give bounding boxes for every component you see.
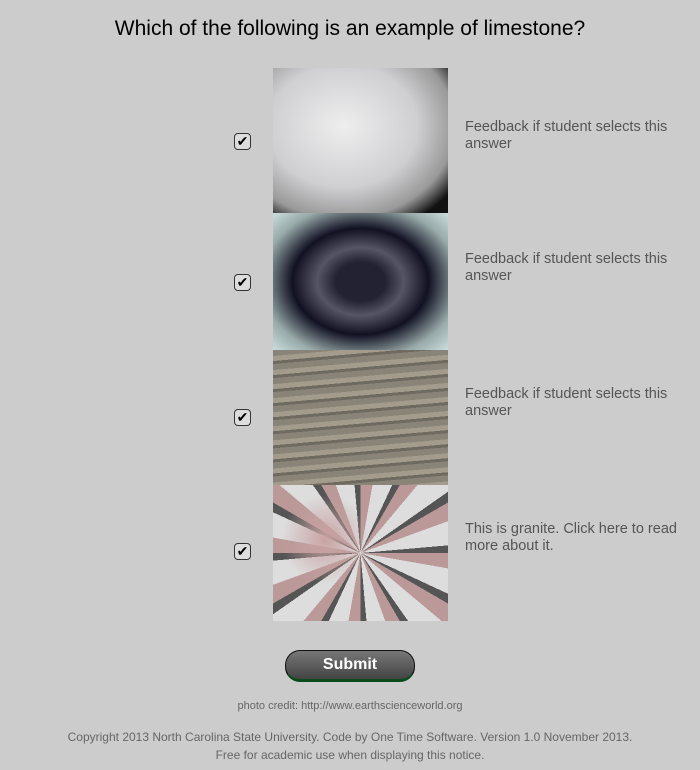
answer-row: ✔ Feedback if student selects this answe… — [0, 213, 700, 350]
answer-image[interactable] — [273, 350, 448, 485]
answer-image[interactable] — [273, 485, 448, 621]
submit-button[interactable]: Submit — [285, 650, 415, 682]
answer-feedback: Feedback if student selects this answer — [465, 119, 668, 152]
answer-row: ✔ Feedback if student selects this answe… — [0, 350, 700, 485]
answer-checkbox[interactable]: ✔ — [234, 133, 251, 150]
answer-checkbox[interactable]: ✔ — [234, 543, 251, 560]
answer-checkbox[interactable]: ✔ — [234, 274, 251, 291]
answer-feedback: Feedback if student selects this answer — [465, 386, 668, 419]
question-title: Which of the following is an example of … — [114, 17, 586, 40]
answer-checkbox[interactable]: ✔ — [234, 409, 251, 426]
copyright-notice: Copyright 2013 North Carolina State Univ… — [0, 728, 700, 764]
answer-image[interactable] — [273, 68, 448, 213]
copyright-line: Free for academic use when displaying th… — [215, 748, 485, 762]
copyright-line: Copyright 2013 North Carolina State Univ… — [67, 730, 633, 744]
answer-feedback: Feedback if student selects this answer — [465, 251, 668, 284]
answer-row: ✔ This is granite. Click here to read mo… — [0, 485, 700, 621]
photo-credit: photo credit: http://www.earthsciencewor… — [237, 700, 463, 712]
answer-feedback-link[interactable]: This is granite. Click here to read more… — [465, 521, 685, 555]
answer-image[interactable] — [273, 213, 448, 350]
answer-row: ✔ Feedback if student selects this answe… — [0, 68, 700, 213]
